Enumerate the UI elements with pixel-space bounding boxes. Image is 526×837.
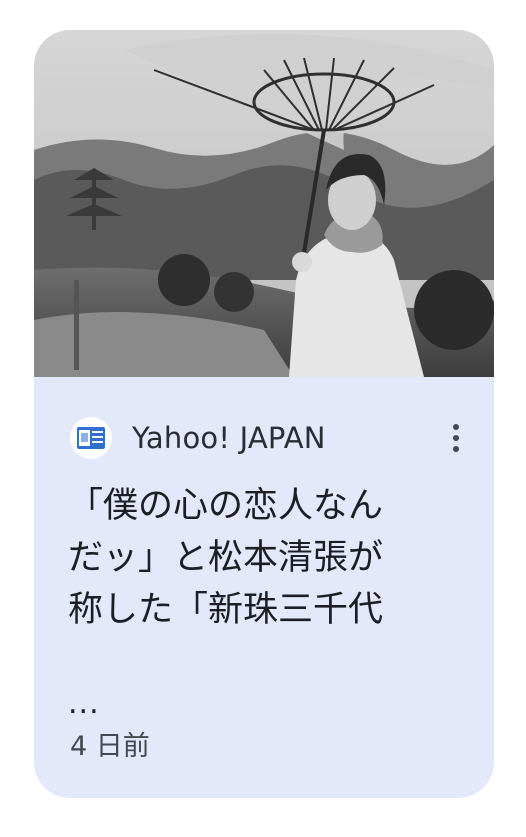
title-line-2: だッ」と松本清張が (68, 538, 384, 578)
source-row: Yahoo! JAPAN (70, 416, 470, 460)
news-card[interactable]: Yahoo! JAPAN 「僕の心の恋人なん だッ」と松本清張が 称した「新珠三… (34, 30, 494, 798)
title-line-1: 「僕の心の恋人なん (68, 486, 384, 526)
title-line-3: 称した「新珠三千代 (68, 590, 384, 630)
timestamp: 4 日前 (70, 731, 150, 762)
more-vert-icon[interactable] (444, 416, 468, 460)
yahoo-news-favicon-icon (70, 417, 112, 459)
article-title[interactable]: 「僕の心の恋人なん だッ」と松本清張が 称した「新珠三千代 (68, 480, 468, 636)
source-name: Yahoo! JAPAN (132, 421, 326, 455)
article-photo (34, 30, 494, 377)
title-ellipsis: ... (68, 686, 100, 721)
